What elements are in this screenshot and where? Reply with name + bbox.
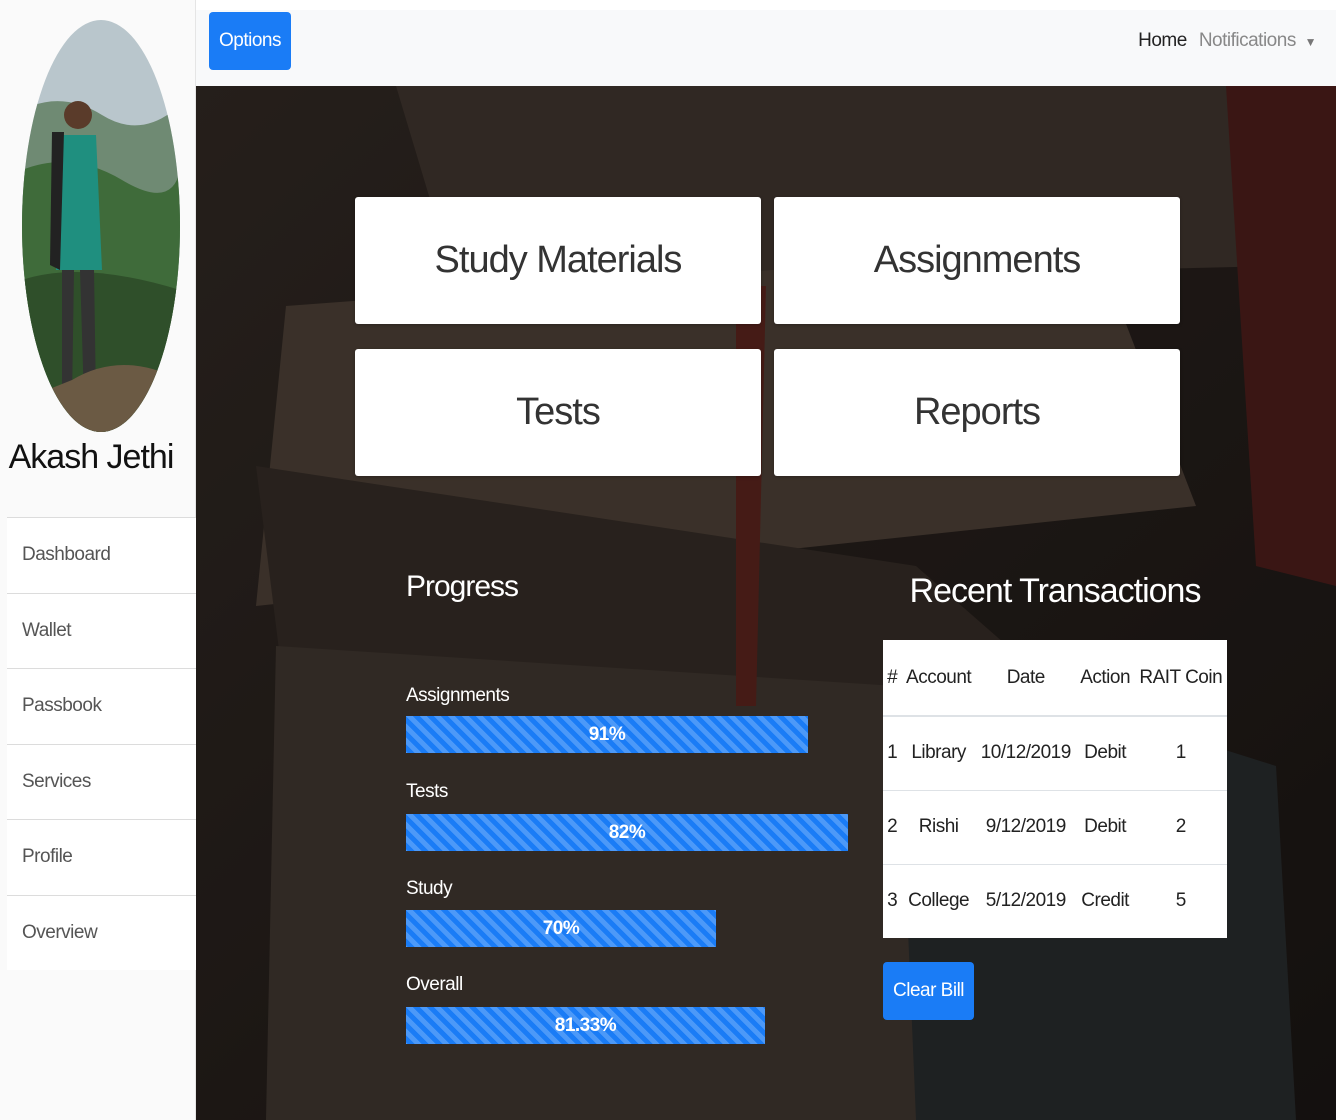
progress-bar-overall: 81.33%: [406, 1007, 765, 1044]
table-cell: 5/12/2019: [975, 863, 1076, 938]
card-study-materials[interactable]: Study Materials: [355, 197, 761, 324]
table-cell: 3: [883, 863, 902, 938]
table-row: 2 Rishi 9/12/2019 Debit 2: [883, 789, 1227, 864]
table-row: 1 Library 10/12/2019 Debit 1: [883, 715, 1227, 790]
table-cell: 9/12/2019: [975, 789, 1076, 864]
nav-home-link[interactable]: Home: [1138, 30, 1187, 52]
table-cell: 2: [883, 789, 902, 864]
progress-title: Progress: [406, 570, 519, 603]
table-cell: Debit: [1075, 715, 1135, 790]
caret-down-icon: ▼: [1304, 35, 1317, 49]
progress-label-assignments: Assignments: [406, 685, 510, 706]
table-cell: Credit: [1075, 863, 1135, 938]
notifications-label: Notifications: [1198, 30, 1297, 51]
progress-track-assignments: 91%: [406, 716, 808, 753]
sidebar-item-wallet[interactable]: Wallet: [7, 592, 196, 668]
table-cell: 1: [883, 715, 902, 790]
avatar: [22, 20, 180, 432]
column-header: Account: [901, 640, 976, 717]
column-header: #: [883, 640, 902, 717]
table-row: 3 College 5/12/2019 Credit 5: [883, 863, 1227, 938]
table-cell: College: [901, 863, 976, 938]
transactions-title: Recent Transactions: [909, 572, 1202, 610]
options-button[interactable]: Options: [209, 12, 291, 70]
progress-track-study: 70%: [406, 910, 716, 947]
column-header: Date: [975, 640, 1076, 717]
table-cell: Rishi: [901, 789, 976, 864]
table-cell: 10/12/2019: [975, 715, 1076, 790]
sidebar-item-overview[interactable]: Overview: [7, 894, 196, 970]
top-nav: Home Notifications ▼: [1138, 30, 1316, 52]
progress-label-study: Study: [406, 878, 453, 899]
card-assignments[interactable]: Assignments: [774, 197, 1180, 324]
transactions-table: # Account Date Action RAIT Coin 1 Librar…: [883, 640, 1227, 938]
table-cell: 5: [1134, 863, 1227, 938]
sidebar-item-services[interactable]: Services: [7, 743, 196, 819]
sidebar-item-passbook[interactable]: Passbook: [7, 668, 196, 744]
column-header: RAIT Coin: [1134, 640, 1227, 717]
progress-bar-assignments: 91%: [406, 716, 808, 753]
progress-label-tests: Tests: [406, 781, 448, 802]
card-reports[interactable]: Reports: [774, 349, 1180, 476]
user-name: Akash Jethi: [8, 438, 175, 476]
progress-track-tests: 82%: [406, 814, 848, 851]
sidebar-menu: Dashboard Wallet Passbook Services Profi…: [7, 517, 196, 970]
table-cell: 2: [1134, 789, 1227, 864]
topbar: Options Home Notifications ▼: [196, 10, 1336, 86]
table-cell: Library: [901, 715, 976, 790]
card-tests[interactable]: Tests: [355, 349, 761, 476]
progress-track-overall: 81.33%: [406, 1007, 765, 1044]
nav-notifications-link[interactable]: Notifications ▼: [1198, 30, 1317, 52]
sidebar: Akash Jethi Dashboard Wallet Passbook Se…: [0, 0, 196, 1120]
clear-bill-button[interactable]: Clear Bill: [883, 962, 975, 1020]
sidebar-item-dashboard[interactable]: Dashboard: [7, 517, 196, 593]
progress-label-overall: Overall: [406, 974, 463, 995]
table-cell: 1: [1134, 715, 1227, 790]
table-header-row: # Account Date Action RAIT Coin: [883, 640, 1227, 717]
progress-bar-tests: 82%: [406, 814, 848, 851]
table-cell: Debit: [1075, 789, 1135, 864]
sidebar-item-profile[interactable]: Profile: [7, 819, 196, 895]
column-header: Action: [1075, 640, 1135, 717]
progress-bar-study: 70%: [406, 910, 716, 947]
